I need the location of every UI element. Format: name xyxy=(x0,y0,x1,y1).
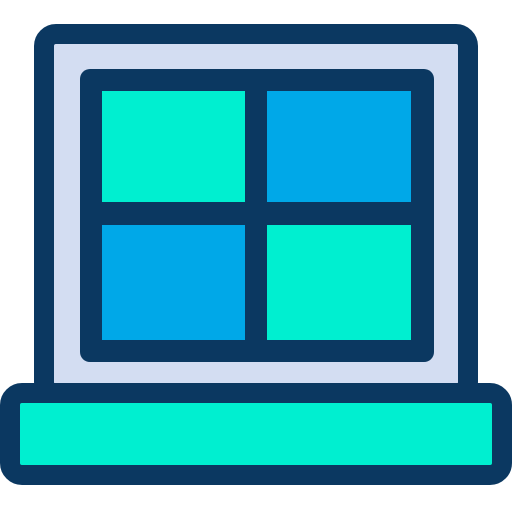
icon-canvas xyxy=(0,0,512,512)
pane-top-left xyxy=(102,91,245,202)
window-icon xyxy=(0,24,512,485)
pane-top-right xyxy=(267,91,411,202)
pane-bottom-left xyxy=(102,225,245,340)
pane-bottom-right xyxy=(267,225,411,340)
window-sill xyxy=(0,383,512,485)
